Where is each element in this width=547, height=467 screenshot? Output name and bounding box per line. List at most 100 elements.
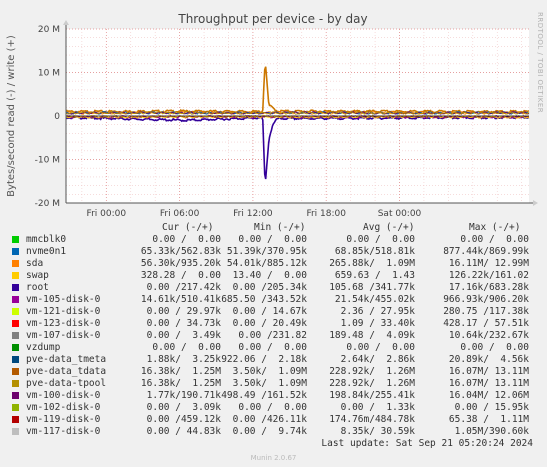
legend-rows: mmcblk0 0.00 / 0.00 0.00 / 0.00 0.00 / 0.00…	[8, 234, 543, 438]
legend-name: pve-data_tdata	[26, 366, 107, 377]
y-tick-label: 10 M	[38, 69, 60, 79]
legend-swatch	[12, 416, 19, 423]
legend-avg: 8.35k/ 30.59k	[340, 426, 415, 437]
legend-row: pve-data-tpool 16.38k/ 1.25M 3.50k/ 1.09M 2…	[8, 378, 543, 390]
legend-avg: 189.48 / 4.09k	[329, 330, 415, 341]
legend-name: vm-117-disk-0	[26, 426, 101, 437]
legend-cur: 0.00 / 3.09k	[146, 402, 221, 413]
legend-swatch	[12, 428, 19, 435]
legend-avg: 228.92k/ 1.26M	[329, 366, 415, 377]
legend-row: vm-119-disk-0 0.00 /459.12k 0.00 /426.11k 1…	[8, 414, 543, 426]
legend-cur: 0.00 / 0.00	[152, 342, 221, 353]
legend-row: pve-data_tmeta 1.88k/ 3.25k 922.06 / 2.18k…	[8, 354, 543, 366]
legend-swatch	[12, 356, 19, 363]
legend-cur: 16.38k/ 1.25M	[140, 378, 221, 389]
legend-name: pve-data_tmeta	[26, 354, 107, 365]
x-tick-label: Fri 12:00	[233, 209, 273, 219]
legend-swatch	[12, 236, 19, 243]
legend-cur: 0.00 / 0.00	[152, 234, 221, 245]
legend-avg: 174.76m/484.78k	[329, 414, 415, 425]
legend-avg: 2.36 / 27.95k	[340, 306, 415, 317]
legend-row: mmcblk0 0.00 / 0.00 0.00 / 0.00 0.00 / 0.00…	[8, 234, 543, 246]
legend-name: vm-119-disk-0	[26, 414, 101, 425]
legend-swatch	[12, 260, 19, 267]
legend-avg: 21.54k/455.02k	[334, 294, 415, 305]
legend-max: 877.44k/869.99k	[443, 246, 529, 257]
legend-swatch	[12, 272, 19, 279]
legend-avg: 228.92k/ 1.26M	[329, 378, 415, 389]
legend-name: vzdump	[26, 342, 61, 353]
legend-max: 16.07M/ 13.11M	[448, 366, 529, 377]
y-tick-label: 0	[54, 112, 60, 122]
legend-row: vm-107-disk-0 0.00 / 3.49k 0.00 /231.82 189…	[8, 330, 543, 342]
legend-row: sda 56.30k/935.20k 54.01k/885.12k 265.88k/ …	[8, 258, 543, 270]
legend-max: 10.64k/232.67k	[448, 330, 529, 341]
x-tick-label: Sat 00:00	[378, 209, 422, 219]
legend-swatch	[12, 344, 19, 351]
legend-cur: 0.00 / 29.97k	[146, 306, 221, 317]
legend-min: 0.00 /205.34k	[232, 282, 307, 293]
legend-avg: 198.84k/255.41k	[329, 390, 415, 401]
legend-row: vm-123-disk-0 0.00 / 34.73k 0.00 / 20.49k 1…	[8, 318, 543, 330]
y-tick-label: 20 M	[38, 25, 60, 35]
legend-max: 428.17 / 57.51k	[443, 318, 529, 329]
x-tick-label: Fri 00:00	[87, 209, 127, 219]
header-min: Min (-/+)	[254, 222, 306, 233]
legend-row: swap 328.28 / 0.00 13.40 / 0.00 659.63 / 1.…	[8, 270, 543, 282]
chart-svg: Throughput per device - by day Bytes/sec…	[6, 12, 544, 219]
x-axis-arrow	[533, 200, 538, 206]
legend-name: pve-data-tpool	[26, 378, 107, 389]
legend-avg: 0.00 / 0.00	[346, 234, 415, 245]
legend-swatch	[12, 308, 19, 315]
y-axis-label: Bytes/second read (-) / write (+)	[6, 35, 17, 197]
header-cur: Cur (-/+)	[162, 222, 214, 233]
legend-swatch	[12, 332, 19, 339]
legend-name: vm-123-disk-0	[26, 318, 101, 329]
legend-row: vm-105-disk-0 14.61k/510.41k 685.50 /343.5…	[8, 294, 543, 306]
legend-min: 13.40 / 0.00	[232, 270, 307, 281]
legend-name: vm-100-disk-0	[26, 390, 101, 401]
x-tick-label: Fri 06:00	[160, 209, 200, 219]
legend-min: 0.00 / 0.00	[238, 234, 307, 245]
legend-cur: 16.38k/ 1.25M	[140, 366, 221, 377]
legend-cur: 0.00 / 44.83k	[146, 426, 221, 437]
legend-header: Cur (-/+) Min (-/+) Avg (-/+) Max (-/+)	[8, 222, 543, 234]
legend-row: vm-100-disk-0 1.77k/190.71k 498.49 /161.52…	[8, 390, 543, 402]
legend-min: 0.00 / 0.00	[238, 342, 307, 353]
legend-cur: 56.30k/935.20k	[140, 258, 221, 269]
legend-cur: 0.00 /459.12k	[146, 414, 221, 425]
rrdtool-credit: RRDTOOL / TOBI OETIKER	[536, 12, 544, 113]
legend-name: sda	[26, 258, 44, 269]
legend-cur: 0.00 /217.42k	[146, 282, 221, 293]
legend-avg: 265.88k/ 1.09M	[329, 258, 415, 269]
legend-avg: 105.68 /341.77k	[329, 282, 415, 293]
legend-row: vm-117-disk-0 0.00 / 44.83k 0.00 / 9.74k 8.…	[8, 426, 543, 438]
legend-max: 20.89k/ 4.56k	[448, 354, 529, 365]
x-tick-label: Fri 18:00	[306, 209, 346, 219]
legend-row: vzdump 0.00 / 0.00 0.00 / 0.00 0.00 / 0.00 0…	[8, 342, 543, 354]
legend-max: 126.22k/161.02	[448, 270, 529, 281]
legend-swatch	[12, 320, 19, 327]
legend-swatch	[12, 248, 19, 255]
throughput-chart: Throughput per device - by day Bytes/sec…	[0, 0, 547, 230]
header-avg: Avg (-/+)	[363, 222, 415, 233]
legend-row: nvme0n1 65.33k/562.83k 51.39k/370.95k 68.85…	[8, 246, 543, 258]
legend-min: 0.00 / 14.67k	[232, 306, 307, 317]
legend-swatch	[12, 296, 19, 303]
legend-cur: 1.88k/ 3.25k	[146, 354, 221, 365]
legend-cur: 328.28 / 0.00	[140, 270, 221, 281]
legend-max: 1.05M/390.60k	[454, 426, 529, 437]
legend-min: 51.39k/370.95k	[226, 246, 307, 257]
chart-title: Throughput per device - by day	[177, 12, 367, 26]
legend-max: 17.16k/683.28k	[448, 282, 529, 293]
legend-max: 0.00 / 0.00	[460, 342, 529, 353]
legend-swatch	[12, 284, 19, 291]
munin-version: Munin 2.0.67	[250, 454, 297, 462]
legend-swatch	[12, 404, 19, 411]
legend-name: vm-105-disk-0	[26, 294, 101, 305]
legend-row: vm-102-disk-0 0.00 / 3.09k 0.00 / 0.00 0.00…	[8, 402, 543, 414]
legend-name: root	[26, 282, 49, 293]
legend-swatch	[12, 392, 19, 399]
legend-row: pve-data_tdata 16.38k/ 1.25M 3.50k/ 1.09M 2…	[8, 366, 543, 378]
legend-name: vm-107-disk-0	[26, 330, 101, 341]
